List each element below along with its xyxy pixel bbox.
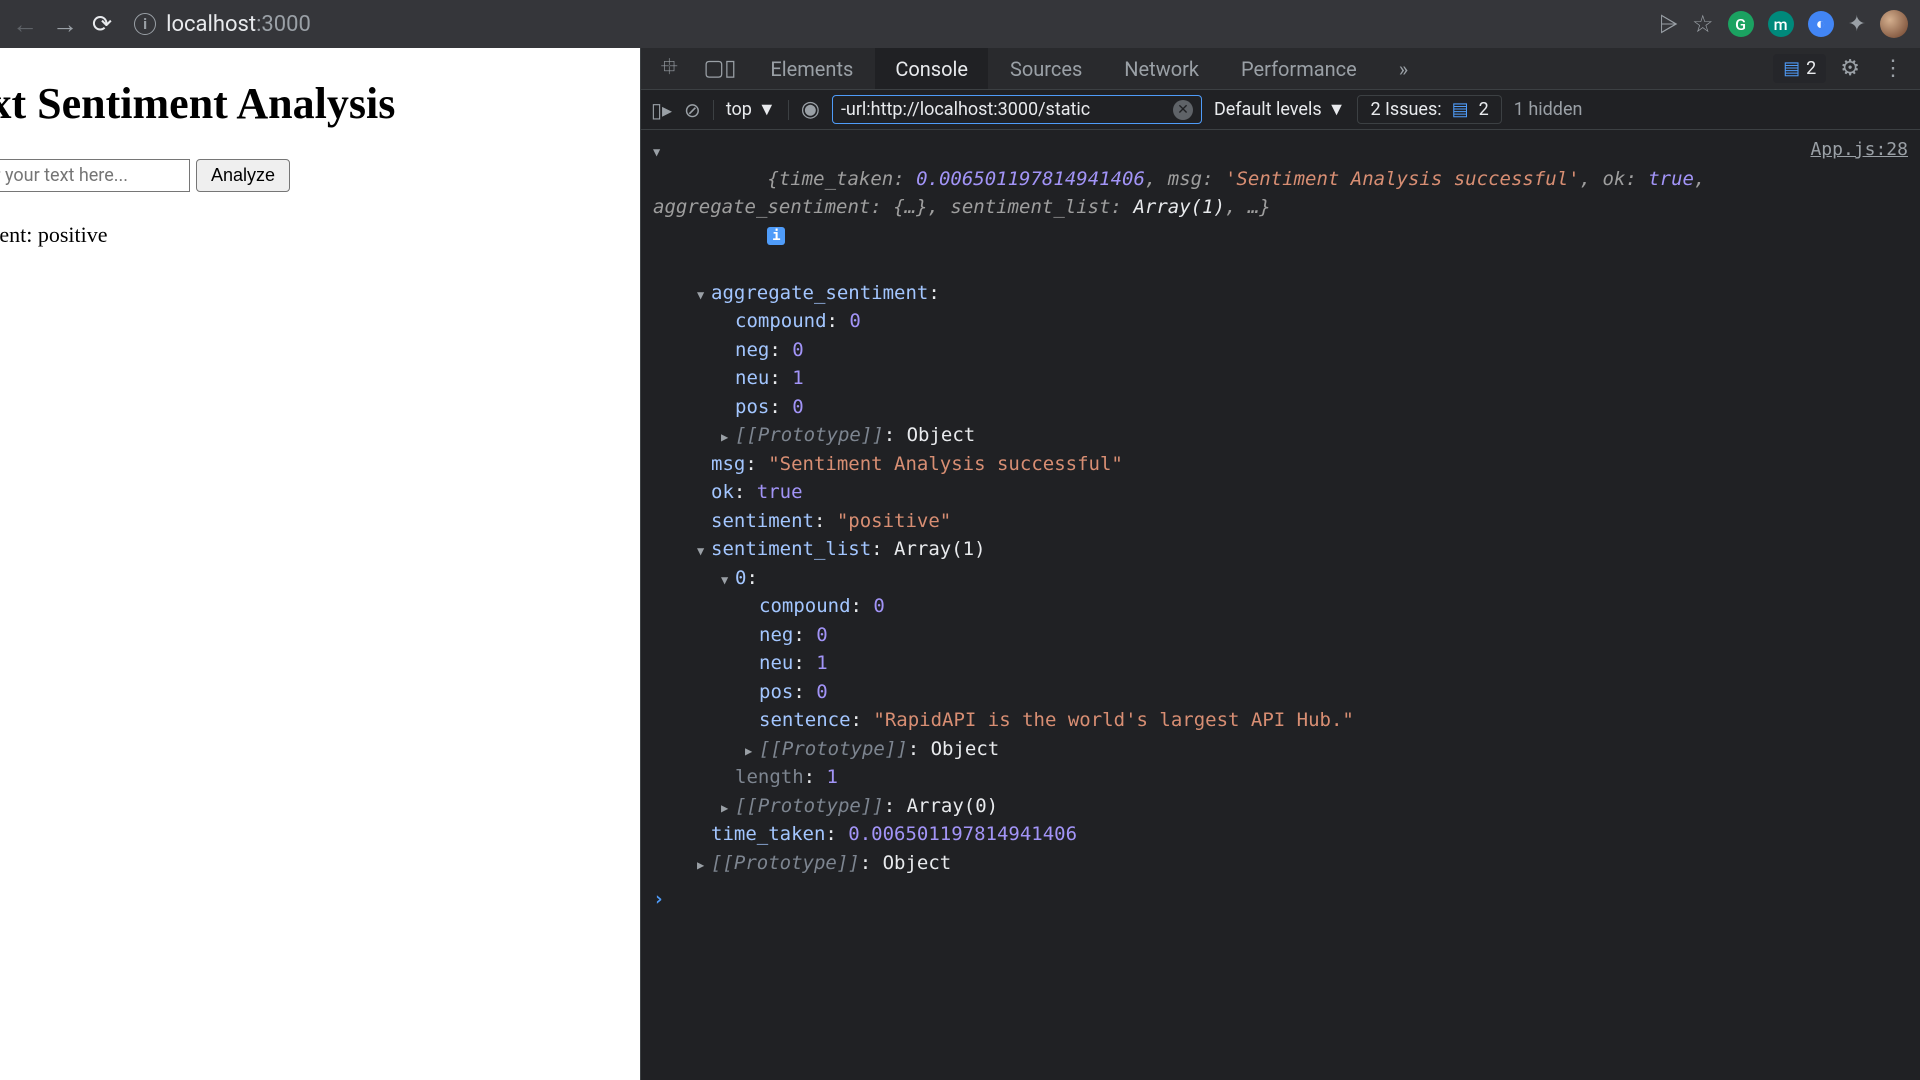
device-toggle-icon[interactable]: ▢▯	[692, 56, 749, 81]
profile-avatar[interactable]	[1880, 10, 1908, 38]
messages-badge[interactable]: ▤ 2	[1773, 54, 1826, 83]
expand-arrow-icon[interactable]	[745, 735, 759, 764]
sentiment-result: timent: positive	[0, 222, 640, 248]
chevron-down-icon: ▼	[1328, 99, 1346, 120]
log-summary[interactable]: {time_taken: 0.006501197814941406, msg: …	[653, 168, 1717, 276]
site-info-icon[interactable]: i	[134, 13, 156, 35]
back-button[interactable]: ←	[12, 9, 38, 40]
message-icon: ▤	[1452, 99, 1469, 120]
tab-overflow[interactable]: »	[1379, 48, 1428, 89]
clear-console-icon[interactable]: ⊘	[684, 98, 701, 122]
translate-icon[interactable]: ⩥	[1659, 10, 1678, 38]
log-levels-selector[interactable]: Default levels ▼	[1214, 99, 1346, 120]
live-expression-icon[interactable]: ◉	[801, 97, 820, 122]
devtools-settings-icon[interactable]: ⚙	[1828, 56, 1872, 81]
inspect-element-icon[interactable]: ⯐	[649, 50, 690, 88]
extension-grammarly-icon[interactable]: G	[1728, 11, 1754, 37]
message-icon: ▤	[1783, 58, 1800, 79]
tab-sources[interactable]: Sources	[990, 48, 1102, 89]
toggle-sidebar-icon[interactable]: ▯▸	[651, 98, 672, 122]
hidden-count[interactable]: 1 hidden	[1514, 99, 1583, 120]
devtools-panel: ⯐ ▢▯ Elements Console Sources Network Pe…	[640, 48, 1920, 1080]
bookmark-star-icon[interactable]: ☆	[1692, 10, 1714, 38]
expand-arrow-icon[interactable]	[697, 279, 711, 308]
reload-button[interactable]: ⟳	[92, 10, 112, 38]
expand-arrow-icon[interactable]	[721, 564, 735, 593]
console-filter-input[interactable]: -url:http://localhost:3000/static ✕	[832, 95, 1202, 124]
expand-arrow-icon[interactable]	[721, 792, 735, 821]
address-bar[interactable]: i localhost:3000	[126, 12, 1645, 37]
extension-blue-icon[interactable]: ◐	[1808, 11, 1834, 37]
expand-arrow-icon[interactable]	[653, 136, 667, 165]
info-badge-icon[interactable]: i	[767, 227, 785, 245]
tab-network[interactable]: Network	[1104, 48, 1219, 89]
tab-console[interactable]: Console	[875, 48, 988, 89]
tab-performance[interactable]: Performance	[1221, 48, 1377, 89]
extension-m-icon[interactable]: m	[1768, 11, 1794, 37]
expand-arrow-icon[interactable]	[697, 849, 711, 878]
webpage-viewport: ext Sentiment Analysis Analyze timent: p…	[0, 48, 640, 1080]
clear-filter-icon[interactable]: ✕	[1173, 100, 1193, 120]
expand-arrow-icon[interactable]	[721, 421, 735, 450]
chevron-down-icon: ▼	[758, 99, 776, 120]
chrome-actions: ⩥ ☆ G m ◐ ✦	[1659, 10, 1908, 38]
devtools-menu-icon[interactable]: ⋮	[1874, 56, 1912, 81]
execution-context-selector[interactable]: top ▼	[726, 99, 776, 120]
text-input[interactable]	[0, 159, 190, 192]
tab-elements[interactable]: Elements	[750, 48, 873, 89]
console-toolbar: ▯▸ ⊘ top ▼ ◉ -url:http://localhost:3000/…	[641, 90, 1920, 130]
source-link[interactable]: App.js:28	[1810, 136, 1908, 163]
expand-arrow-icon[interactable]	[697, 535, 711, 564]
console-prompt[interactable]: ›	[653, 877, 1908, 914]
forward-button[interactable]: →	[52, 9, 78, 40]
devtools-tabbar: ⯐ ▢▯ Elements Console Sources Network Pe…	[641, 48, 1920, 90]
analyze-button[interactable]: Analyze	[196, 159, 290, 192]
console-output[interactable]: App.js:28 {time_taken: 0.006501197814941…	[641, 130, 1920, 1080]
url-port: :3000	[256, 12, 311, 37]
browser-toolbar: ← → ⟳ i localhost:3000 ⩥ ☆ G m ◐ ✦	[0, 0, 1920, 48]
extensions-puzzle-icon[interactable]: ✦	[1848, 12, 1866, 37]
issues-badge[interactable]: 2 Issues: ▤ 2	[1357, 95, 1501, 124]
page-heading: ext Sentiment Analysis	[0, 78, 640, 129]
url-host: localhost	[166, 12, 256, 37]
